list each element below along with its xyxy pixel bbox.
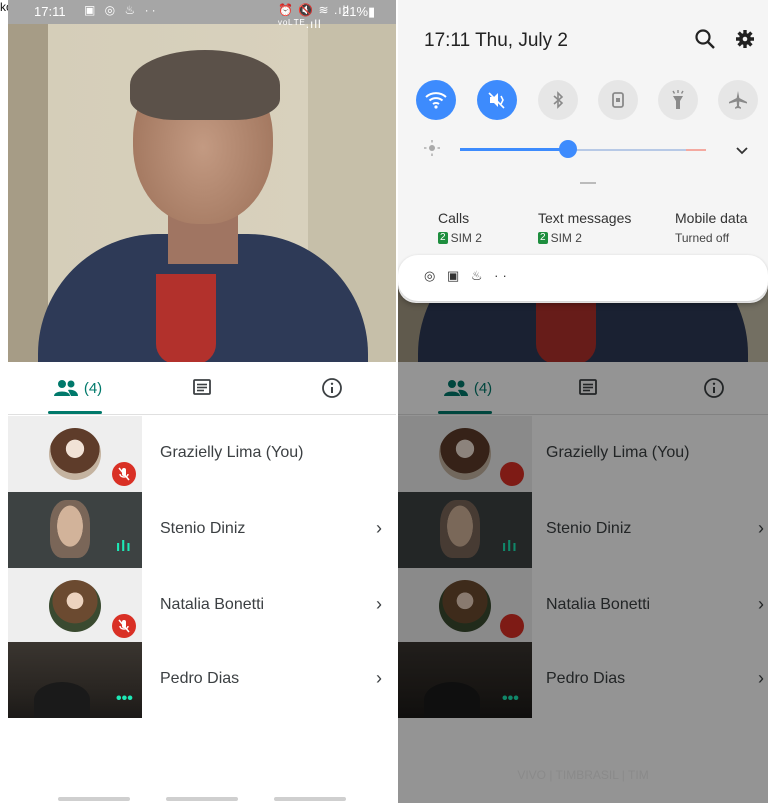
mute-icon xyxy=(488,92,505,109)
people-count: (4) xyxy=(83,379,103,397)
mic-off-icon xyxy=(112,462,136,486)
flashlight-toggle[interactable] xyxy=(658,80,698,120)
call-screen: 17:11 ▣ ◎ ♨ ·· ⏰ 🔇 ≋ .ıll ᵛᵒᴸᵀᴱ.ıll 21%▮… xyxy=(8,0,396,803)
participant-row[interactable]: ılı Stenio Diniz › xyxy=(8,492,396,568)
calls-sim-title: Calls xyxy=(438,210,470,226)
more-icon: ••• xyxy=(116,690,133,707)
rotation-icon xyxy=(612,92,624,108)
participant-video xyxy=(34,682,90,718)
brightness-icon xyxy=(424,140,440,156)
participant-row[interactable]: Grazielly Lima (You) xyxy=(8,416,396,492)
texts-sim-title: Text messages xyxy=(538,210,632,226)
bluetooth-icon xyxy=(553,91,564,109)
call-tabs: (4) xyxy=(8,362,396,415)
chevron-right-icon[interactable]: › xyxy=(376,594,382,615)
status-battery: 21%▮ xyxy=(342,4,376,19)
notification-shade: 17:11 Thu, July 2 Calls 2 SIM 2 Text mes… xyxy=(398,0,768,303)
participant-name: Stenio Diniz xyxy=(160,520,246,537)
nav-recents-hint[interactable] xyxy=(58,797,130,801)
avatar xyxy=(49,428,101,480)
participant-name: Pedro Dias xyxy=(160,670,240,687)
mic-off-icon xyxy=(112,614,136,638)
participant-name: Grazielly Lima (You) xyxy=(160,444,304,461)
settings-gear-icon[interactable] xyxy=(734,28,756,55)
participant-thumbnail: ılı xyxy=(8,492,142,568)
airplane-toggle[interactable] xyxy=(718,80,758,120)
carrier-label: VIVO | TIMBRASIL | TIM xyxy=(517,768,649,782)
status-signal-icons: ⏰ 🔇 ≋ .ıll ᵛᵒᴸᵀᴱ.ıll xyxy=(278,3,350,31)
wifi-toggle[interactable] xyxy=(416,80,456,120)
airplane-icon xyxy=(729,91,747,109)
chat-icon xyxy=(193,379,211,395)
status-notification-icons: ▣ ◎ ♨ ·· xyxy=(84,3,159,17)
chevron-right-icon[interactable]: › xyxy=(376,518,382,539)
mute-toggle[interactable] xyxy=(477,80,517,120)
participant-row[interactable]: Natalia Bonetti › xyxy=(8,568,396,644)
brightness-slider-thumb[interactable] xyxy=(559,140,578,158)
search-icon[interactable] xyxy=(694,28,716,55)
brightness-track-end xyxy=(686,149,706,151)
status-time: 17:11 xyxy=(34,4,66,19)
speaking-icon: ılı xyxy=(116,538,132,555)
sim-badge: 2 xyxy=(538,232,548,244)
sim-badge: 2 xyxy=(438,232,448,244)
calls-sim-value[interactable]: 2 SIM 2 xyxy=(438,231,482,245)
chevron-down-icon[interactable] xyxy=(734,142,750,163)
participant-row[interactable]: ••• Pedro Dias › xyxy=(8,642,396,718)
mobile-data-title: Mobile data xyxy=(675,210,748,226)
info-icon xyxy=(322,378,342,398)
people-icon xyxy=(53,380,78,396)
call-screen-with-shade: (4) Grazielly Lima (You) ılı Stenio Dini… xyxy=(398,0,768,803)
status-bar: 17:11 ▣ ◎ ♨ ·· ⏰ 🔇 ≋ .ıll ᵛᵒᴸᵀᴱ.ıll 21%▮ xyxy=(8,0,396,31)
avatar xyxy=(49,580,101,632)
participant-name: Natalia Bonetti xyxy=(160,596,265,613)
speaker-hair xyxy=(130,50,280,120)
rotation-toggle[interactable] xyxy=(598,80,638,120)
tab-info[interactable] xyxy=(272,362,392,414)
participant-thumbnail xyxy=(8,568,142,644)
flashlight-icon xyxy=(672,90,684,109)
participant-thumbnail xyxy=(8,416,142,492)
active-tab-indicator xyxy=(48,411,102,414)
wifi-icon xyxy=(425,92,447,109)
nav-back-hint[interactable] xyxy=(274,797,346,801)
mobile-data-value[interactable]: Turned off xyxy=(675,231,729,245)
speaker-collar xyxy=(156,274,216,362)
main-video[interactable] xyxy=(8,24,396,362)
chevron-right-icon[interactable]: › xyxy=(376,668,382,689)
shade-drag-handle[interactable] xyxy=(580,182,596,184)
participant-thumbnail: ••• xyxy=(8,642,142,718)
texts-sim-value[interactable]: 2 SIM 2 xyxy=(538,231,582,245)
participant-video xyxy=(50,500,90,558)
notification-app-icons: ◎ ▣ ♨ ·· xyxy=(424,268,511,283)
tab-people[interactable]: (4) xyxy=(18,362,138,414)
brightness-fill xyxy=(460,148,569,151)
shade-datetime: 17:11 Thu, July 2 xyxy=(424,30,569,51)
tab-chat[interactable] xyxy=(142,362,262,414)
nav-home-hint[interactable] xyxy=(166,797,238,801)
bluetooth-toggle[interactable] xyxy=(538,80,578,120)
